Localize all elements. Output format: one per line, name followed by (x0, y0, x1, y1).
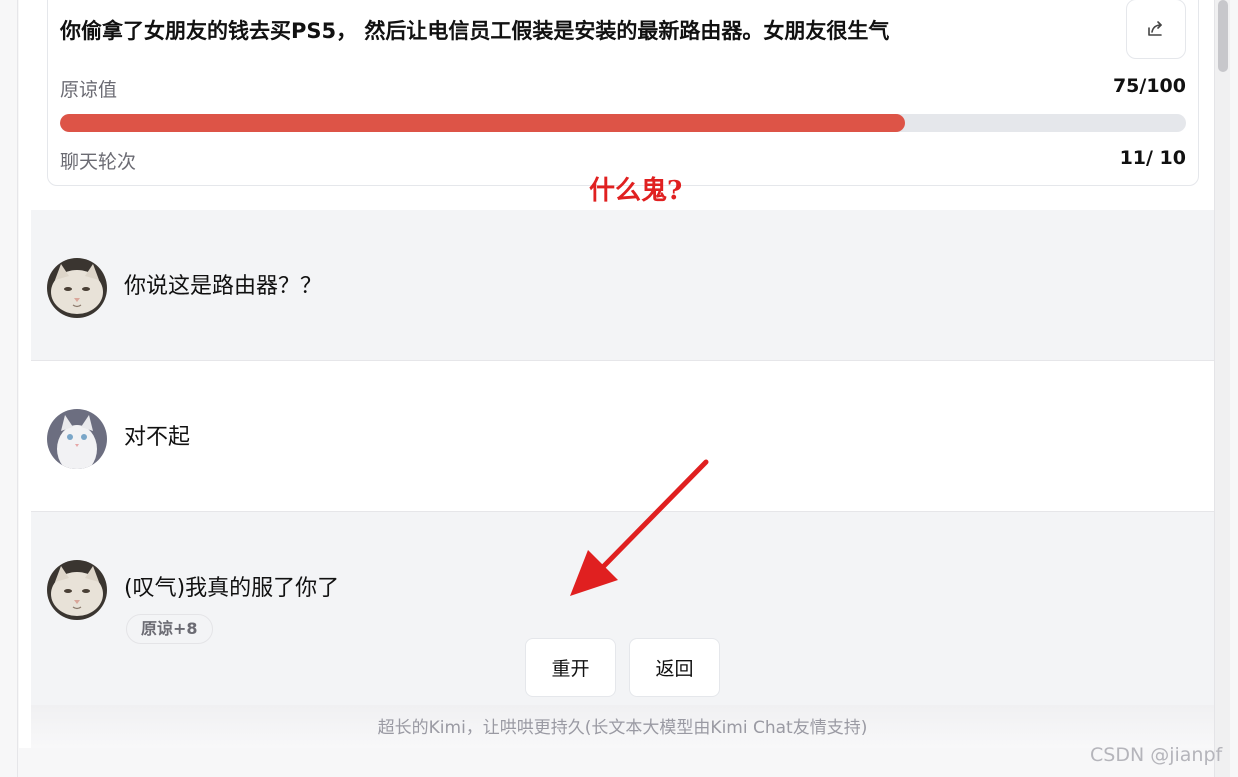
back-button[interactable]: 返回 (629, 638, 720, 697)
message-text: 你说这是路由器？？ (124, 274, 323, 299)
forgiveness-label: 原谅值 (60, 79, 118, 101)
rounds-value: 11/ 10 (1119, 147, 1186, 169)
message-row: 你说这是路由器？？ (31, 210, 1214, 361)
scrollbar-thumb[interactable] (1218, 0, 1228, 72)
restart-button[interactable]: 重开 (525, 638, 616, 697)
message-text: (叹气)我真的服了你了 (124, 576, 340, 601)
app-page: 你偷拿了女朋友的钱去买PS5， 然后让电信员工假装是安装的最新路由器。女朋友很生… (0, 0, 1238, 777)
annotation-arrow-icon (570, 459, 709, 596)
cat-avatar (47, 258, 107, 318)
white-cat-avatar (47, 409, 107, 469)
forgiveness-value: 75/100 (1112, 75, 1186, 97)
scenario-title: 你偷拿了女朋友的钱去买PS5， 然后让电信员工假装是安装的最新路由器。女朋友很生… (60, 19, 890, 43)
left-gutter (0, 0, 18, 777)
message-text: 对不起 (124, 425, 191, 450)
share-button[interactable] (1126, 0, 1186, 59)
forgiveness-progress-bar (60, 114, 1186, 132)
cat-avatar (47, 560, 107, 620)
forgiveness-change-badge: 原谅+8 (126, 614, 213, 644)
share-icon (1148, 21, 1162, 36)
scenario-card: 你偷拿了女朋友的钱去买PS5， 然后让电信员工假装是安装的最新路由器。女朋友很生… (47, 0, 1199, 186)
rounds-label: 聊天轮次 (60, 151, 137, 173)
forgiveness-progress-fill (60, 114, 905, 132)
scrollbar[interactable] (1214, 0, 1230, 777)
footer-note: 超长的Kimi，让哄哄更持久(长文本大模型由Kimi Chat友情支持) (31, 705, 1214, 748)
annotation-text: 什么鬼? (589, 176, 683, 206)
watermark: CSDN @jianpf (1090, 744, 1223, 766)
